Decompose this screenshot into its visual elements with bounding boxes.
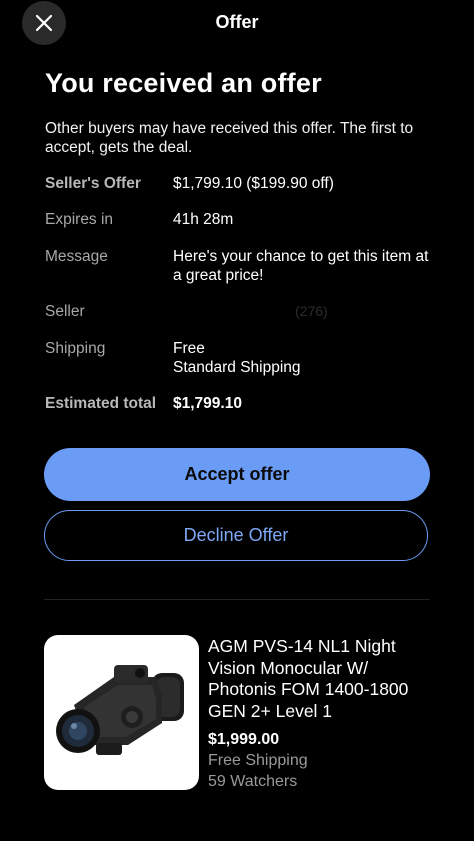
estimated-total-value: $1,799.10 (173, 395, 242, 412)
shipping-cost: Free (173, 340, 205, 357)
seller-label: Seller (45, 303, 85, 320)
page-title: Offer (215, 12, 259, 32)
shipping-value: Free Standard Shipping (173, 339, 438, 377)
sellers-offer-label: Seller's Offer (45, 175, 141, 192)
seller-feedback-count: (276) (295, 303, 328, 319)
sellers-offer-value: $1,799.10 ($199.90 off) (173, 175, 334, 192)
expires-value: 41h 28m (173, 211, 234, 228)
top-bar: Offer (0, 0, 474, 46)
item-title[interactable]: AGM PVS-14 NL1 Night Vision Monocular W/… (208, 636, 438, 722)
shipping-label: Shipping (45, 340, 106, 357)
shipping-method: Standard Shipping (173, 359, 301, 376)
monocular-image (56, 665, 184, 755)
decline-offer-button[interactable]: Decline Offer (44, 510, 428, 561)
item-watchers: 59 Watchers (208, 773, 298, 790)
expires-label: Expires in (45, 211, 114, 228)
item-image[interactable] (44, 635, 199, 790)
accept-offer-button[interactable]: Accept offer (44, 448, 430, 501)
seller-value[interactable]: (276) (295, 302, 474, 321)
estimated-total-label: Estimated total (45, 395, 157, 412)
item-shipping: Free Shipping (208, 752, 308, 769)
offer-heading: You received an offer (45, 68, 322, 98)
message-value: Here's your chance to get this item at a… (173, 248, 429, 284)
message-label: Message (45, 248, 108, 265)
item-price: $1,999.00 (208, 731, 280, 748)
divider (44, 599, 430, 600)
offer-notice: Other buyers may have received this offe… (45, 120, 414, 156)
